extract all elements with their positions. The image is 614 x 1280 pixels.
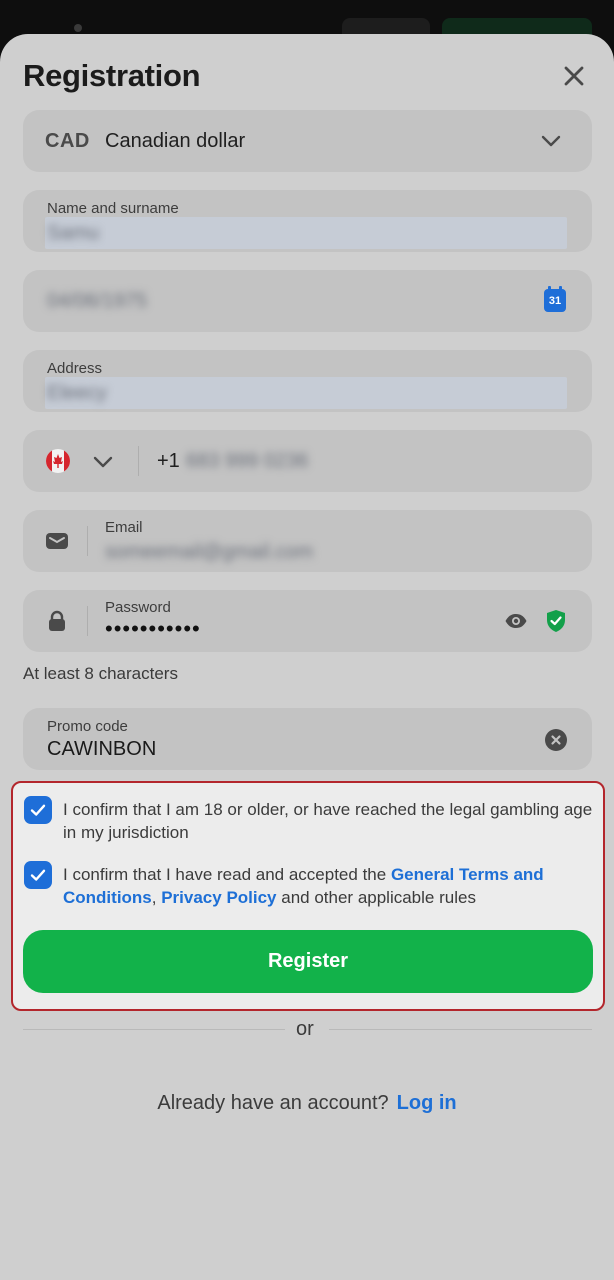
canada-flag-icon [46,449,70,473]
chevron-down-icon [541,135,561,147]
login-link[interactable]: Log in [397,1092,457,1114]
password-field[interactable]: Password ••••••••••• [23,590,592,652]
name-field[interactable]: Name and surname Samu [23,190,592,252]
backdrop-dot [74,24,82,32]
currency-select[interactable]: CAD Canadian dollar [23,110,592,172]
age-confirm-checkbox[interactable] [24,796,52,824]
clear-icon[interactable] [544,728,568,752]
registration-sheet: Registration CAD Canadian dollar Name an… [0,34,614,1280]
shield-check-icon [547,610,565,632]
calendar-icon[interactable]: 31 [544,286,566,312]
terms-confirm-text: I confirm that I have read and accepted … [63,863,598,909]
password-label: Password [105,599,171,616]
address-value: Eleecy [47,382,108,404]
lock-icon [49,610,65,631]
birthdate-field[interactable]: 04/06/1975 31 [23,270,592,332]
register-button[interactable]: Register [23,930,593,993]
phone-prefix: +1 [157,450,180,472]
age-confirm-text: I confirm that I am 18 or older, or have… [63,800,593,842]
email-value: someemail@gmail.com [105,541,314,563]
page-title: Registration [23,58,201,93]
login-row: Already have an account? Log in [0,1092,614,1115]
envelope-icon [46,533,68,549]
field-divider [87,526,88,556]
terms-comma: , [151,888,162,907]
chevron-down-icon [93,456,113,468]
currency-code: CAD [45,130,90,152]
field-divider [87,606,88,636]
autofill-highlight [45,377,567,409]
promo-code-field[interactable]: Promo code CAWINBON [23,708,592,770]
login-prompt: Already have an account? [157,1092,389,1114]
address-field[interactable]: Address Eleecy [23,350,592,412]
phone-value: 683 999 0236 [186,450,309,472]
terms-prefix: I confirm that I have read and accepted … [63,865,391,884]
terms-confirm-checkbox[interactable] [24,861,52,889]
email-field[interactable]: Email someemail@gmail.com [23,510,592,572]
checkmark-icon [30,804,46,816]
country-selector[interactable] [45,446,119,476]
checkmark-icon [30,869,46,881]
password-hint: At least 8 characters [23,664,178,683]
divider-line-left [23,1029,285,1030]
calendar-day: 31 [548,295,562,307]
or-divider-text: or [296,1018,314,1040]
divider-line-right [329,1029,592,1030]
promo-label: Promo code [47,718,128,735]
close-button[interactable] [558,60,590,92]
close-icon [564,66,584,86]
name-value: Samu [47,222,100,244]
password-value: ••••••••••• [105,616,201,641]
address-label: Address [47,360,103,377]
currency-name: Canadian dollar [105,130,246,152]
birthdate-value: 04/06/1975 [47,290,148,312]
eye-icon[interactable] [504,609,528,633]
privacy-policy-link[interactable]: Privacy Policy [161,888,276,907]
phone-divider [138,446,139,476]
phone-field[interactable]: +1 683 999 0236 [23,430,592,492]
name-label: Name and surname [47,200,179,217]
terms-suffix: and other applicable rules [276,888,476,907]
consent-panel: I confirm that I am 18 or older, or have… [11,781,605,1011]
promo-value: CAWINBON [47,738,157,760]
autofill-highlight [45,217,567,249]
email-label: Email [105,519,143,536]
